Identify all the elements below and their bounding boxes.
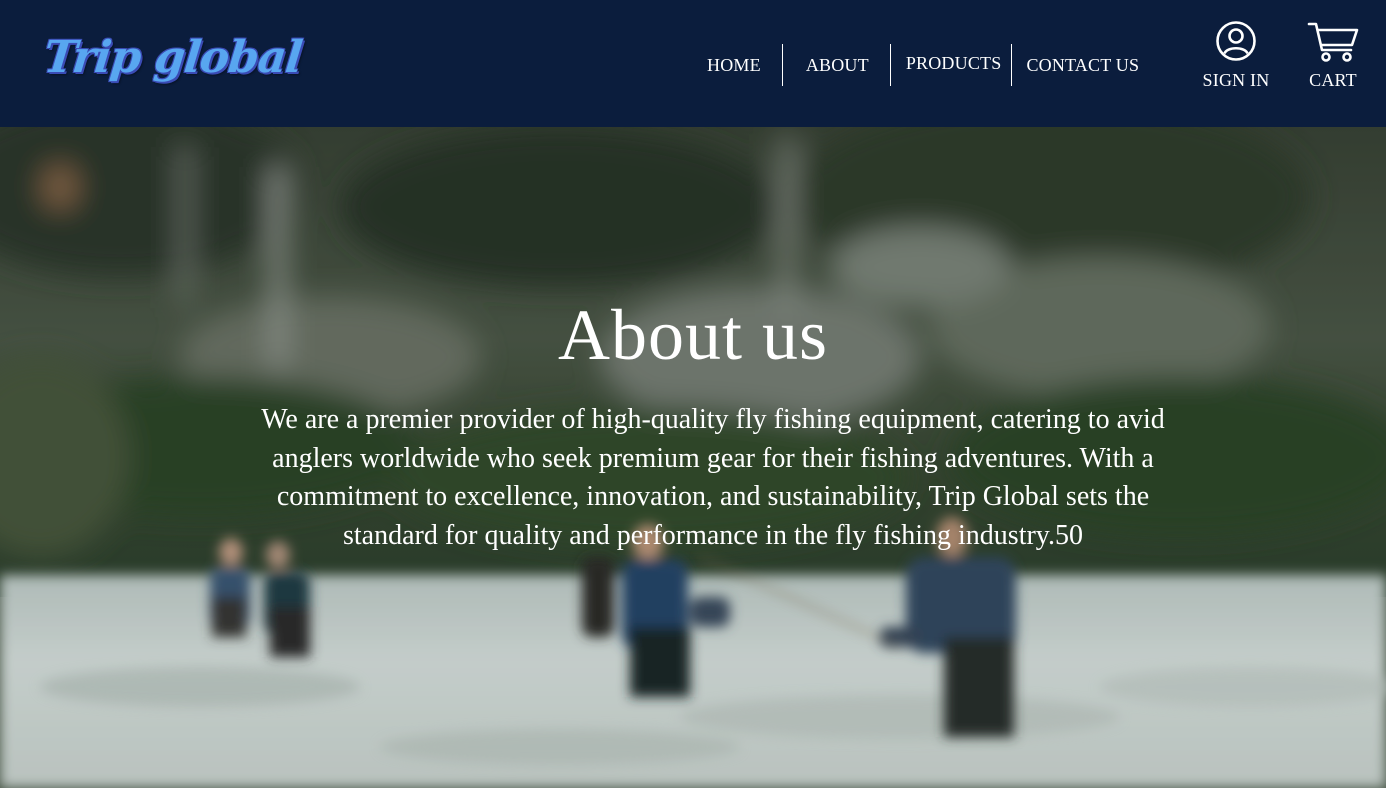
about-description: We are a premier provider of high-qualit… [261, 404, 1165, 551]
logo[interactable]: Trip global [41, 28, 305, 88]
main-nav: HOME ABOUT PRODUCTS CONTACT US [688, 44, 1139, 86]
site-header: Trip global HOME ABOUT PRODUCTS CONTACT … [0, 0, 1386, 127]
sign-in-button[interactable]: SIGN IN [1196, 20, 1276, 91]
sign-in-label: SIGN IN [1202, 70, 1270, 90]
cart-button[interactable]: CART [1296, 20, 1370, 91]
nav-contact-link[interactable]: CONTACT US [1012, 55, 1139, 76]
shopping-cart-icon [1307, 22, 1359, 62]
nav-about-link[interactable]: ABOUT [783, 55, 890, 76]
cart-label: CART [1309, 70, 1357, 90]
nav-home-link[interactable]: HOME [688, 55, 782, 76]
about-hero: About us We are a premier provider of hi… [0, 127, 1386, 788]
user-circle-icon [1216, 21, 1256, 61]
page-title: About us [557, 295, 829, 375]
nav-products-link[interactable]: PRODUCTS [891, 53, 1012, 74]
